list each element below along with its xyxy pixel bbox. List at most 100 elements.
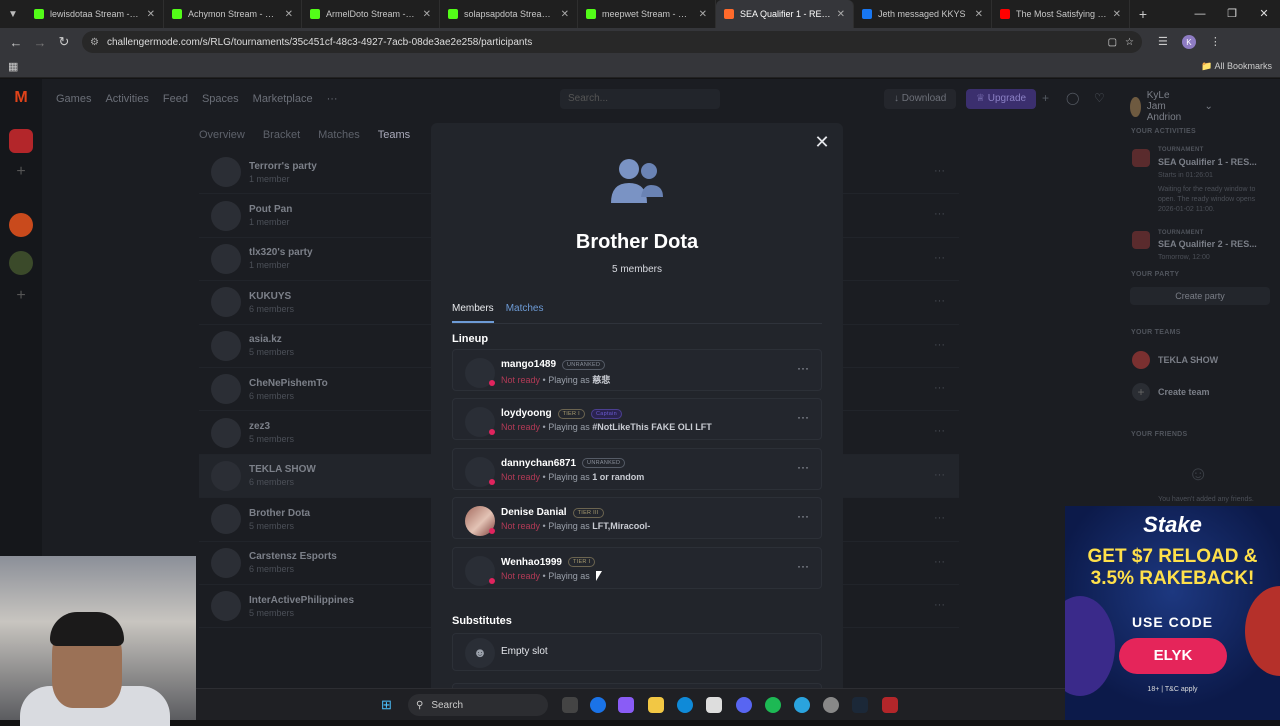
notifications-icon[interactable]: ♡ bbox=[1094, 91, 1105, 105]
nav-more-icon[interactable]: ··· bbox=[327, 93, 338, 105]
player-name[interactable]: loydyoong bbox=[501, 408, 552, 419]
player-name[interactable]: Denise Danial bbox=[501, 507, 567, 518]
player-card[interactable]: dannychan6871 UNRANKED Not ready • Playing… bbox=[452, 447, 822, 490]
install-app-icon[interactable]: ▢ bbox=[1108, 37, 1117, 48]
player-card[interactable]: mango1489 UNRANKED Not ready • Playing as … bbox=[452, 349, 822, 391]
browser-tab[interactable]: Jeth messaged KKYS ✕ bbox=[854, 0, 992, 28]
team-more-icon[interactable]: ··· bbox=[934, 599, 945, 611]
site-info-icon[interactable]: ⚙ bbox=[90, 37, 99, 48]
browser-tab[interactable]: meepwet Stream - Watch ✕ bbox=[578, 0, 716, 28]
copilot-icon[interactable] bbox=[618, 697, 634, 713]
browser-tab[interactable]: ArmelDoto Stream - Watc ✕ bbox=[302, 0, 440, 28]
rail-community-icon[interactable] bbox=[9, 213, 33, 237]
spotify-icon[interactable] bbox=[765, 697, 781, 713]
nav-marketplace[interactable]: Marketplace bbox=[253, 93, 313, 105]
dota-icon[interactable] bbox=[882, 697, 898, 713]
empty-slot-card[interactable]: ☻ Empty slot bbox=[452, 633, 822, 671]
player-card[interactable]: Denise Danial TIER III Not ready • Playing… bbox=[452, 497, 822, 540]
url-field[interactable]: ⚙ challengermode.com/s/RLG/tournaments/3… bbox=[82, 31, 1142, 53]
nav-spaces[interactable]: Spaces bbox=[202, 93, 239, 105]
store-icon[interactable] bbox=[706, 697, 722, 713]
apps-grid-icon[interactable]: ▦ bbox=[8, 60, 18, 73]
profile-avatar[interactable]: K bbox=[1181, 35, 1196, 49]
player-more-icon[interactable]: ··· bbox=[797, 361, 809, 375]
tab-overview[interactable]: Overview bbox=[199, 129, 245, 141]
player-more-icon[interactable]: ··· bbox=[797, 410, 809, 424]
team-more-icon[interactable]: ··· bbox=[934, 252, 945, 264]
tab-search-dropdown-icon[interactable]: ▼ bbox=[0, 0, 26, 28]
nav-games[interactable]: Games bbox=[56, 93, 91, 105]
create-party-button[interactable]: Create party bbox=[1130, 287, 1270, 305]
nav-feed[interactable]: Feed bbox=[163, 93, 188, 105]
rail-game-icon[interactable] bbox=[9, 251, 33, 275]
browser-tab[interactable]: lewisdotaa Stream - Watc ✕ bbox=[26, 0, 164, 28]
player-more-icon[interactable]: ··· bbox=[797, 460, 809, 474]
close-tab-icon[interactable]: ✕ bbox=[975, 9, 983, 20]
tab-members[interactable]: Members bbox=[452, 303, 494, 323]
tab-teams[interactable]: Teams bbox=[378, 129, 410, 141]
player-more-icon[interactable]: ··· bbox=[797, 509, 809, 523]
player-card[interactable]: Wenhao1999 TIER I Not ready • Playing as ·… bbox=[452, 546, 822, 589]
team-more-icon[interactable]: ··· bbox=[934, 556, 945, 568]
all-bookmarks-link[interactable]: 📁 All Bookmarks bbox=[1201, 61, 1272, 72]
rail-dota-icon[interactable] bbox=[9, 129, 33, 153]
create-icon[interactable]: + bbox=[1042, 91, 1049, 105]
activity-1-title[interactable]: SEA Qualifier 1 - RES... bbox=[1158, 157, 1257, 167]
challengermode-logo[interactable]: M bbox=[9, 89, 33, 113]
telegram-icon[interactable] bbox=[794, 697, 810, 713]
player-name[interactable]: mango1489 bbox=[501, 359, 556, 370]
bookmark-star-icon[interactable]: ☆ bbox=[1125, 37, 1134, 48]
rail-add-icon[interactable]: + bbox=[9, 163, 33, 187]
browser-tab[interactable]: The Most Satisfying Beat ✕ bbox=[992, 0, 1130, 28]
team-more-icon[interactable]: ··· bbox=[934, 512, 945, 524]
discord-icon[interactable] bbox=[736, 697, 752, 713]
new-tab-button[interactable]: + bbox=[1130, 6, 1156, 22]
download-button[interactable]: ↓ Download bbox=[884, 89, 957, 109]
close-tab-icon[interactable]: ✕ bbox=[1113, 9, 1121, 20]
browser-tab[interactable]: SEA Qualifier 1 - RES Unc ✕ bbox=[716, 0, 854, 28]
tab-bracket[interactable]: Bracket bbox=[263, 129, 300, 141]
close-tab-icon[interactable]: ✕ bbox=[561, 9, 569, 20]
forward-icon[interactable]: → bbox=[28, 35, 52, 50]
browser-menu-icon[interactable]: ⋮ bbox=[1210, 35, 1221, 49]
close-icon[interactable]: ✕ bbox=[813, 133, 831, 151]
player-card[interactable]: loydyoong TIER I Captain Not ready • Playin… bbox=[452, 398, 822, 441]
edge-icon[interactable] bbox=[677, 697, 693, 713]
team-more-icon[interactable]: ··· bbox=[934, 382, 945, 394]
task-view-icon[interactable] bbox=[562, 697, 578, 713]
nav-activities[interactable]: Activities bbox=[105, 93, 148, 105]
close-tab-icon[interactable]: ✕ bbox=[147, 9, 155, 20]
tab-matches[interactable]: Matches bbox=[318, 129, 360, 141]
team-more-icon[interactable]: ··· bbox=[934, 469, 945, 481]
file-explorer-icon[interactable] bbox=[648, 697, 664, 713]
team-more-icon[interactable]: ··· bbox=[934, 295, 945, 307]
activity-2-title[interactable]: SEA Qualifier 2 - RES... bbox=[1158, 239, 1257, 249]
reload-icon[interactable]: ↻ bbox=[52, 34, 76, 50]
close-window-icon[interactable]: ✕ bbox=[1248, 0, 1280, 28]
restore-icon[interactable]: ❐ bbox=[1216, 0, 1248, 28]
upgrade-button[interactable]: ♕ Upgrade bbox=[966, 89, 1037, 109]
browser-tab[interactable]: solapsapdota Stream - W ✕ bbox=[440, 0, 578, 28]
site-search-input[interactable]: Search... bbox=[560, 89, 720, 109]
obs-icon[interactable] bbox=[823, 697, 839, 713]
browser-tab[interactable]: Achymon Stream - Watch ✕ bbox=[164, 0, 302, 28]
close-tab-icon[interactable]: ✕ bbox=[423, 9, 431, 20]
chrome-icon[interactable] bbox=[590, 697, 606, 713]
back-icon[interactable]: ← bbox=[4, 35, 28, 50]
rail-add-space-icon[interactable]: + bbox=[9, 287, 33, 311]
chat-icon[interactable]: ◯ bbox=[1066, 91, 1079, 105]
player-more-icon[interactable]: ··· bbox=[797, 559, 809, 573]
create-team-link[interactable]: Create team bbox=[1158, 387, 1210, 397]
media-controls-icon[interactable]: ☰ bbox=[1158, 35, 1168, 49]
tab-modal-matches[interactable]: Matches bbox=[506, 303, 544, 323]
ad-code-button[interactable]: ELYK bbox=[1119, 638, 1227, 674]
steam-icon[interactable] bbox=[852, 697, 868, 713]
team-more-icon[interactable]: ··· bbox=[934, 208, 945, 220]
player-name[interactable]: Wenhao1999 bbox=[501, 557, 562, 568]
team-more-icon[interactable]: ··· bbox=[934, 425, 945, 437]
close-tab-icon[interactable]: ✕ bbox=[285, 9, 293, 20]
minimize-icon[interactable]: — bbox=[1184, 0, 1216, 28]
sidebar-team-tekla[interactable]: TEKLA SHOW bbox=[1158, 355, 1218, 365]
team-more-icon[interactable]: ··· bbox=[934, 339, 945, 351]
close-tab-icon[interactable]: ✕ bbox=[699, 9, 707, 20]
